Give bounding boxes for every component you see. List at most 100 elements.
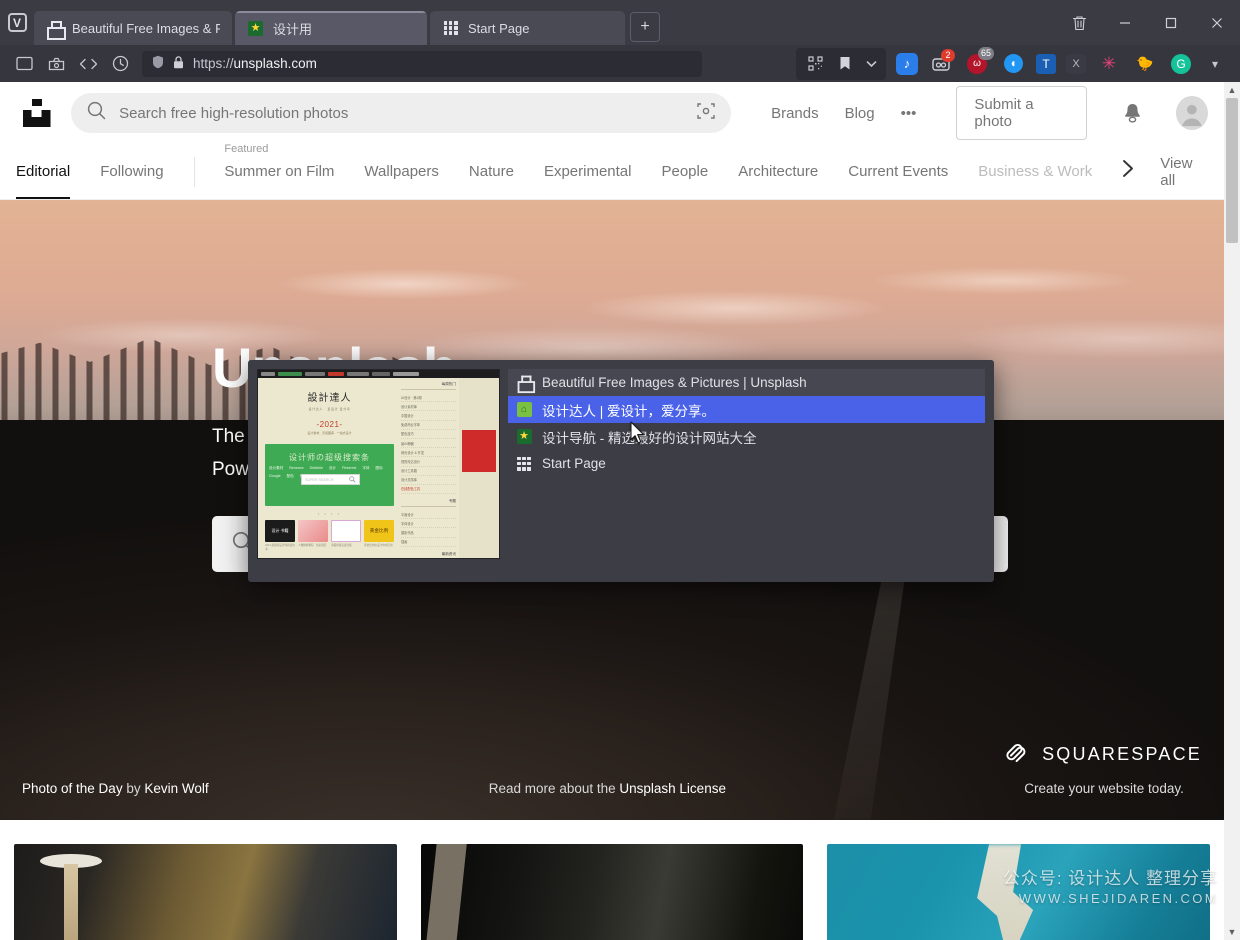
preview-card: 海报排版灵感合集 <box>331 520 361 552</box>
tab-label: Beautiful Free Images & Pic <box>72 20 220 36</box>
preview-cards: 设计 书籍 2021 最值得设计师阅读的书 人像精修教程 · 色彩搭配 海报排版… <box>265 520 394 552</box>
submit-photo-button[interactable]: Submit a photo <box>956 86 1087 140</box>
tab-preview-thumbnail: 設計達人 设计达人 · 爱设计 爱分享 -2021- 设计素材 · 灵感图库 ·… <box>257 369 500 559</box>
photographer-link[interactable]: Kevin Wolf <box>144 781 208 796</box>
category-people[interactable]: People <box>661 163 708 180</box>
switcher-item-shejidaohang[interactable]: ★ 设计导航 - 精选最好的设计网站大全 <box>508 423 985 450</box>
scroll-down-arrow[interactable]: ▼ <box>1224 924 1240 940</box>
tab-unsplash[interactable]: Beautiful Free Images & Pic <box>34 11 232 45</box>
category-business-work[interactable]: Business & Work <box>978 163 1092 180</box>
duck-extension-icon[interactable]: 🐤 <box>1132 51 1158 77</box>
category-summer-on-film[interactable]: Summer on Film <box>224 163 334 180</box>
nav-divider <box>193 156 195 187</box>
license-link[interactable]: Unsplash License <box>619 781 726 796</box>
clock-icon[interactable] <box>104 50 136 78</box>
sponsor-tagline: Create your website today. <box>1024 781 1184 796</box>
bookmark-icon[interactable] <box>832 51 858 77</box>
category-experimental[interactable]: Experimental <box>544 163 632 180</box>
visual-search-icon[interactable] <box>697 102 715 125</box>
search-input[interactable]: Search free high-resolution photos <box>71 93 732 133</box>
tab-start-page[interactable]: Start Page <box>430 11 625 45</box>
douyin-extension-icon[interactable]: ♪ <box>896 52 918 75</box>
preview-sidebar: 每周热门 UI设计 · 第1期 设计素材库 中国设计 免费商业字体 配色技巧 最IN神器… <box>401 378 459 558</box>
grid-icon <box>442 20 459 37</box>
more-menu-icon[interactable]: ••• <box>901 105 917 122</box>
switcher-item-label: 设计达人 | 爱设计，爱分享。 <box>542 403 716 419</box>
addressbar-pill <box>796 47 886 80</box>
switcher-item-shejidaren[interactable]: ⌂ 设计达人 | 爱设计，爱分享。 <box>508 396 985 423</box>
translate-extension-icon[interactable]: T <box>1036 53 1056 74</box>
preview-card-caption: 海报排版灵感合集 <box>331 544 352 547</box>
tab-shejiyong[interactable]: ★ 设计用 <box>235 11 427 45</box>
unsplash-icon <box>516 375 535 394</box>
photo-card[interactable] <box>14 844 397 940</box>
link-brands[interactable]: Brands <box>771 105 819 122</box>
switcher-item-unsplash[interactable]: Beautiful Free Images & Pictures | Unspl… <box>508 369 985 396</box>
photo-by-word: by <box>126 781 141 796</box>
url-field[interactable]: https://unsplash.com <box>142 50 702 77</box>
tab-switcher-popup: 設計達人 设计达人 · 爱设计 爱分享 -2021- 设计素材 · 灵感图库 ·… <box>248 360 994 582</box>
onetab-extension-icon[interactable]: 2 <box>928 48 955 77</box>
category-architecture[interactable]: Architecture <box>738 163 818 180</box>
star-green-icon: ★ <box>516 429 532 445</box>
category-nature[interactable]: Nature <box>469 163 514 180</box>
scrollbar-thumb[interactable] <box>1226 98 1238 243</box>
extensions-overflow-icon[interactable]: ▾ <box>1202 51 1228 77</box>
preview-card: 黄金比例 黄金比例在设计中的应用 <box>364 520 394 552</box>
chevron-down-icon[interactable] <box>862 51 880 77</box>
qrcode-icon[interactable] <box>802 51 828 77</box>
switcher-item-label: 设计导航 - 精选最好的设计网站大全 <box>542 430 757 446</box>
maximize-button[interactable] <box>1148 0 1194 45</box>
preview-dots: • • • • <box>318 511 341 516</box>
x-extension-icon[interactable]: X <box>1066 53 1086 74</box>
tab-editorial[interactable]: Editorial <box>16 163 71 199</box>
preview-card-caption: 人像精修教程 · 色彩搭配 <box>298 544 327 547</box>
preview-far-column <box>459 378 499 558</box>
preview-green-banner: 设计师の超级搜索条 设计素材 Behance Dribbble 设计 Pinteres… <box>265 444 394 506</box>
search-icon <box>349 475 356 484</box>
weibo-extension-icon[interactable]: ω 65 <box>964 46 994 77</box>
minimize-button[interactable] <box>1102 0 1148 45</box>
code-icon[interactable] <box>72 50 104 78</box>
license-prefix: Read more about the <box>488 781 616 796</box>
vivaldi-menu-button[interactable]: V <box>0 0 34 45</box>
panel-icon[interactable] <box>8 50 40 78</box>
hero-footer: Photo of the Day by Kevin Wolf Read more… <box>0 742 1224 796</box>
page-scrollbar[interactable]: ▲ ▼ <box>1224 82 1240 940</box>
new-tab-button[interactable]: + <box>630 12 660 42</box>
switcher-item-start-page[interactable]: Start Page <box>508 450 985 477</box>
sponsor-name: SQUARESPACE <box>1042 744 1202 764</box>
preview-body: 設計達人 设计达人 · 爱设计 爱分享 -2021- 设计素材 · 灵感图库 ·… <box>258 378 499 558</box>
category-current-events[interactable]: Current Events <box>848 163 948 180</box>
featured-group: Featured Summer on Film <box>224 143 334 181</box>
chevron-right-icon[interactable] <box>1122 159 1134 184</box>
watermark-line-1: 公众号: 设计达人 整理分享 <box>1002 869 1218 888</box>
colorful-star-extension-icon[interactable]: ✳ <box>1096 51 1122 77</box>
preview-word-cloud: 设计素材 Behance Dribbble 设计 Pinterest 字体 图标 Googl… <box>269 466 383 478</box>
unsplash-logo[interactable] <box>16 91 57 135</box>
featured-label: Featured <box>224 142 269 155</box>
tab-following[interactable]: Following <box>100 163 163 180</box>
url-text: https://unsplash.com <box>193 56 317 71</box>
preview-search-box: SUPER SEARCH <box>301 474 361 485</box>
preview-year-sub: 设计素材 · 灵感图库 · 一站式设计 <box>307 431 352 435</box>
switcher-item-label: Start Page <box>542 456 606 471</box>
moon-extension-icon[interactable]: ◖ <box>1000 51 1026 77</box>
capture-icon[interactable] <box>40 50 72 78</box>
category-wallpapers[interactable]: Wallpapers <box>364 163 438 180</box>
unsplash-category-nav: Editorial Following Featured Summer on F… <box>0 143 1224 200</box>
preview-topbar <box>258 370 499 378</box>
bell-icon[interactable] <box>1117 96 1149 130</box>
avatar[interactable] <box>1176 96 1209 130</box>
view-all-link[interactable]: View all <box>1160 155 1208 189</box>
close-button[interactable] <box>1194 0 1240 45</box>
preview-card-caption: 黄金比例在设计中的应用 <box>364 544 393 547</box>
preview-site-subtitle: 设计达人 · 爱设计 爱分享 <box>308 407 351 411</box>
unsplash-icon <box>46 20 66 40</box>
grammarly-extension-icon[interactable]: G <box>1168 51 1194 77</box>
photo-card[interactable] <box>420 844 804 940</box>
trash-button[interactable] <box>1056 0 1102 45</box>
scroll-up-arrow[interactable]: ▲ <box>1224 82 1240 98</box>
link-blog[interactable]: Blog <box>845 105 875 122</box>
watermark-line-2: WWW.SHEJIDAREN.COM <box>1018 891 1218 906</box>
